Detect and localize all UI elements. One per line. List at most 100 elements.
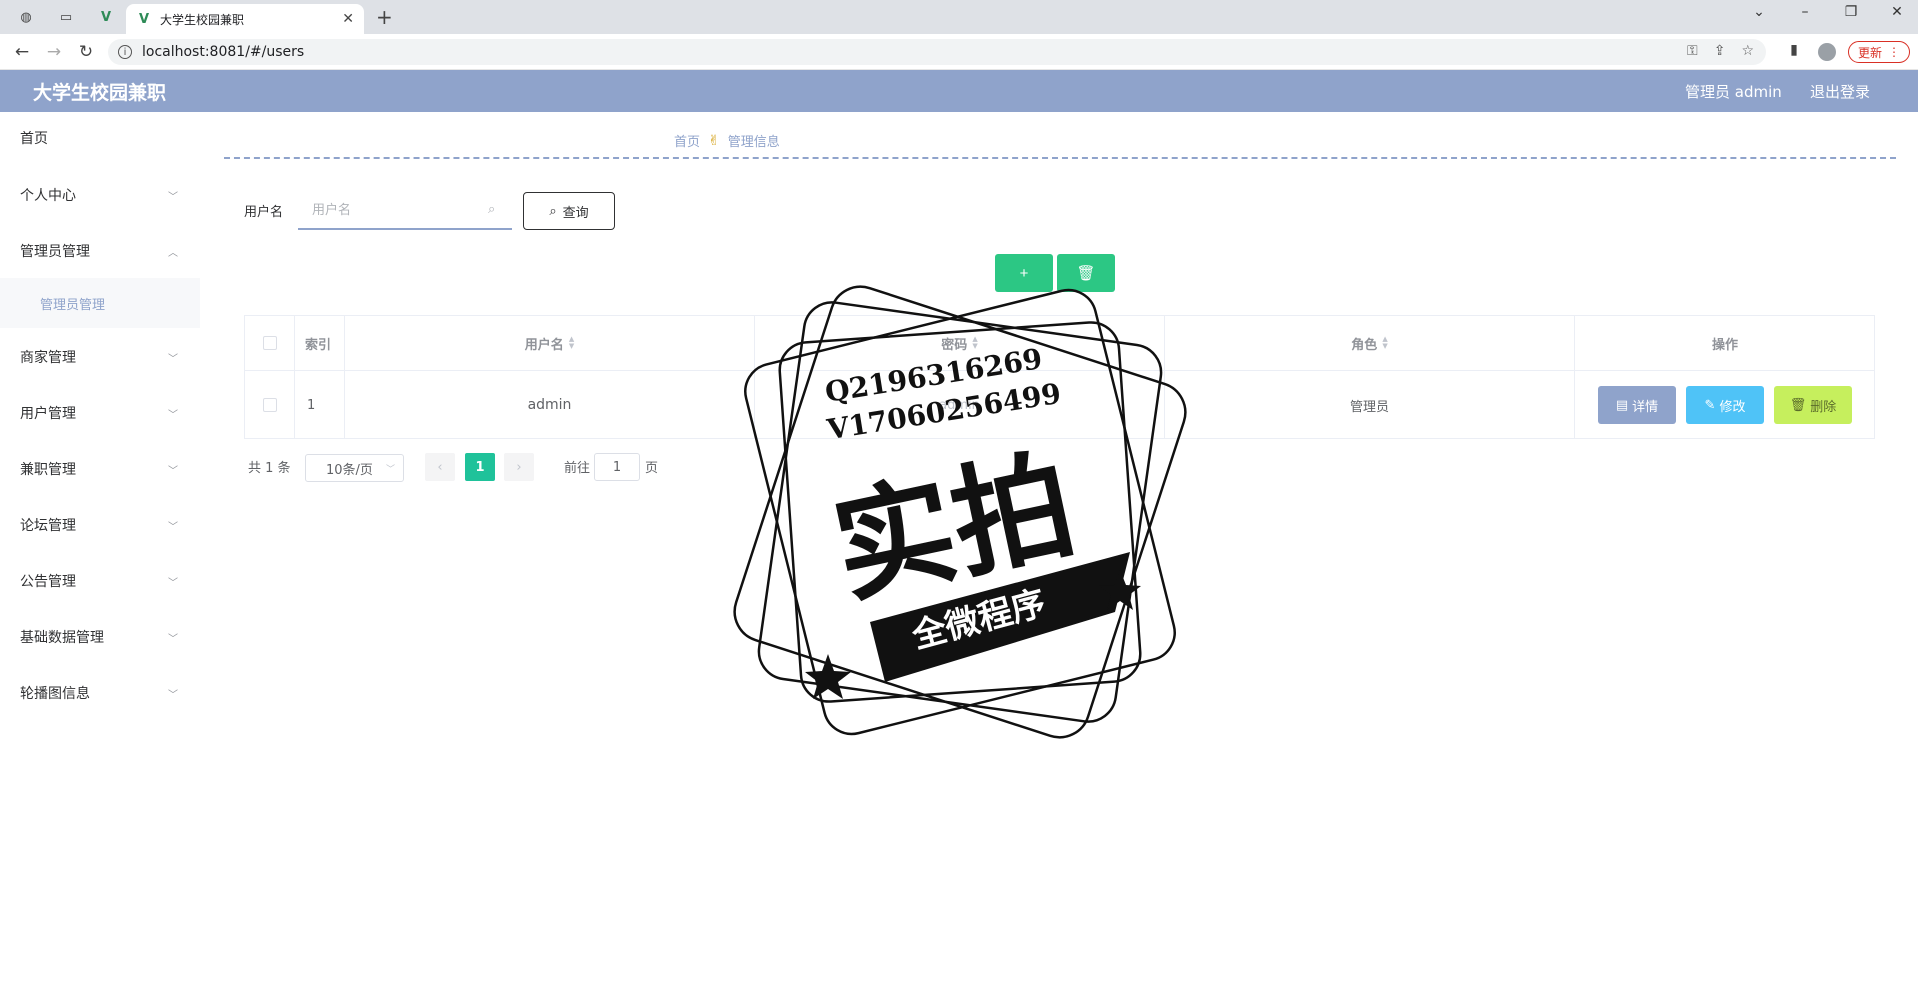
chevron-down-icon: ﹀ — [168, 353, 178, 365]
goto-input[interactable]: 1 — [594, 453, 640, 481]
profile-avatar[interactable] — [1818, 43, 1836, 61]
select-all-checkbox[interactable] — [262, 336, 277, 350]
chevron-down-icon: ﹀ — [168, 409, 178, 421]
sidebar-item-label: 论坛管理 — [20, 518, 76, 534]
share-icon[interactable]: ⇪ — [1714, 43, 1726, 59]
sidebar-item-merchant[interactable]: 商家管理 ﹀ — [0, 331, 200, 383]
prev-page-button[interactable]: ‹ — [425, 453, 455, 481]
sort-icon[interactable]: ▲ ▼ — [569, 336, 574, 350]
column-header-index: 索引 — [295, 316, 345, 371]
hand-icon: ✌ — [708, 132, 720, 149]
address-bar: ← → ↻ i localhost:8081/#/users ⚿ ⇪ ☆ ▮ 更… — [0, 34, 1918, 70]
column-label: 用户名 — [524, 337, 564, 353]
search-input[interactable] — [298, 192, 512, 230]
sidebar-item-label: 轮播图信息 — [20, 686, 90, 702]
divider — [224, 157, 1896, 159]
search-icon: ⌕ — [488, 202, 496, 217]
submenu-admin-manage[interactable]: 管理员管理 — [0, 278, 200, 328]
chevron-down-icon: ﹀ — [385, 464, 395, 475]
sort-icon[interactable]: ▲ ▼ — [1382, 336, 1387, 350]
back-icon[interactable]: ← — [10, 42, 34, 62]
column-label: 索引 — [305, 337, 332, 353]
sidebar-item-forum[interactable]: 论坛管理 ﹀ — [0, 499, 200, 551]
edit-icon: ✎ — [1704, 397, 1716, 413]
sidebar-item-label: 公告管理 — [20, 574, 76, 590]
row-checkbox[interactable] — [262, 398, 277, 412]
current-page[interactable]: 1 — [465, 453, 495, 481]
page-size-select[interactable]: 10条/页 ﹀ — [305, 454, 404, 482]
add-button[interactable]: + — [995, 254, 1053, 292]
minimize-button[interactable]: – — [1790, 4, 1820, 20]
sidebar-item-carousel[interactable]: 轮播图信息 ﹀ — [0, 667, 200, 719]
close-window-button[interactable]: ✕ — [1882, 4, 1912, 20]
sidebar: 首页 个人中心 ﹀ 管理员管理 ︿ 管理员管理 商家管理 ﹀ 用户管理 ﹀ 兼职… — [0, 112, 200, 988]
cell-actions: ▤ 详情 ✎ 修改 🗑 删除 — [1575, 371, 1875, 439]
globe-icon[interactable]: ◍ — [12, 6, 40, 28]
chevron-down-icon: ﹀ — [168, 689, 178, 701]
query-button[interactable]: ⌕ 查询 — [523, 192, 615, 230]
new-tab-button[interactable]: + — [376, 5, 393, 29]
column-header-actions: 操作 — [1575, 316, 1875, 371]
tab-title: 大学生校园兼职 — [160, 12, 245, 27]
delete-button[interactable]: 🗑 删除 — [1774, 386, 1852, 424]
vue-icon[interactable]: V — [92, 6, 120, 28]
page-icon[interactable]: ▭ — [52, 6, 80, 28]
sort-icon[interactable]: ▲ ▼ — [972, 336, 977, 350]
sidepanel-icon[interactable]: ▮ — [1782, 42, 1806, 58]
users-table: 索引 用户名 ▲ ▼ 密码 ▲ ▼ 角色 ▲ ▼ 操作 1 admin admin 管… — [244, 315, 1875, 439]
sidebar-item-profile[interactable]: 个人中心 ﹀ — [0, 169, 200, 221]
search-icon: ⌕ — [549, 203, 557, 219]
sidebar-item-basedata[interactable]: 基础数据管理 ﹀ — [0, 611, 200, 663]
url-field[interactable]: i localhost:8081/#/users ⚿ ⇪ ☆ — [108, 39, 1766, 65]
trash-icon: 🗑 — [1076, 265, 1096, 282]
chevron-up-icon: ︿ — [168, 247, 178, 259]
cell-password: admin — [755, 371, 1165, 439]
row-select-cell — [245, 371, 295, 439]
detail-button[interactable]: ▤ 详情 — [1598, 386, 1676, 424]
column-header-password[interactable]: 密码 ▲ ▼ — [755, 316, 1165, 371]
key-icon[interactable]: ⚿ — [1687, 43, 1698, 59]
sidebar-item-jobs[interactable]: 兼职管理 ﹀ — [0, 443, 200, 495]
select-all-cell — [245, 316, 295, 371]
batch-delete-button[interactable]: 🗑 — [1057, 254, 1115, 292]
document-icon: ▤ — [1615, 397, 1629, 413]
cell-username: admin — [345, 371, 755, 439]
page-size-value: 10条/页 — [326, 462, 373, 478]
sidebar-item-label: 兼职管理 — [20, 462, 76, 478]
breadcrumb: 首页 ✌ 管理信息 — [674, 131, 780, 151]
delete-label: 删除 — [1810, 399, 1837, 415]
submenu-label: 管理员管理 — [40, 297, 106, 313]
cell-index: 1 — [295, 371, 345, 439]
sidebar-item-users[interactable]: 用户管理 ﹀ — [0, 387, 200, 439]
restore-button[interactable]: ❐ — [1836, 4, 1866, 20]
chevron-down-icon: ﹀ — [168, 521, 178, 533]
sidebar-item-admin[interactable]: 管理员管理 ︿ — [0, 225, 200, 277]
url-text: localhost:8081/#/users — [142, 44, 305, 60]
plus-icon: + — [1019, 264, 1029, 282]
sidebar-item-label: 管理员管理 — [20, 244, 90, 260]
column-label: 密码 — [941, 337, 968, 353]
update-button[interactable]: 更新 ⋮ — [1848, 41, 1910, 63]
watermark-banner: 全微程序 — [908, 582, 1050, 657]
sidebar-item-home[interactable]: 首页 — [0, 112, 200, 164]
close-tab-icon[interactable]: ✕ — [342, 11, 354, 27]
star-icon[interactable]: ☆ — [1741, 43, 1754, 59]
next-page-button[interactable]: › — [504, 453, 534, 481]
column-header-role[interactable]: 角色 ▲ ▼ — [1165, 316, 1575, 371]
forward-icon[interactable]: → — [42, 42, 66, 62]
edit-button[interactable]: ✎ 修改 — [1686, 386, 1764, 424]
breadcrumb-home[interactable]: 首页 — [674, 131, 700, 150]
tab-list-icon[interactable]: ⌄ — [1744, 4, 1774, 20]
page-suffix: 页 — [645, 461, 659, 476]
chevron-down-icon: ﹀ — [168, 191, 178, 203]
reload-icon[interactable]: ↻ — [74, 42, 98, 62]
info-icon[interactable]: i — [118, 45, 132, 59]
sidebar-item-label: 个人中心 — [20, 188, 76, 204]
sidebar-item-label: 商家管理 — [20, 350, 76, 366]
active-tab[interactable]: V 大学生校园兼职 ✕ — [126, 4, 364, 34]
chevron-down-icon: ﹀ — [168, 465, 178, 477]
column-header-username[interactable]: 用户名 ▲ ▼ — [345, 316, 755, 371]
query-label: 查询 — [562, 205, 589, 221]
sidebar-item-notice[interactable]: 公告管理 ﹀ — [0, 555, 200, 607]
logout-link[interactable]: 退出登录 — [1810, 81, 1870, 102]
